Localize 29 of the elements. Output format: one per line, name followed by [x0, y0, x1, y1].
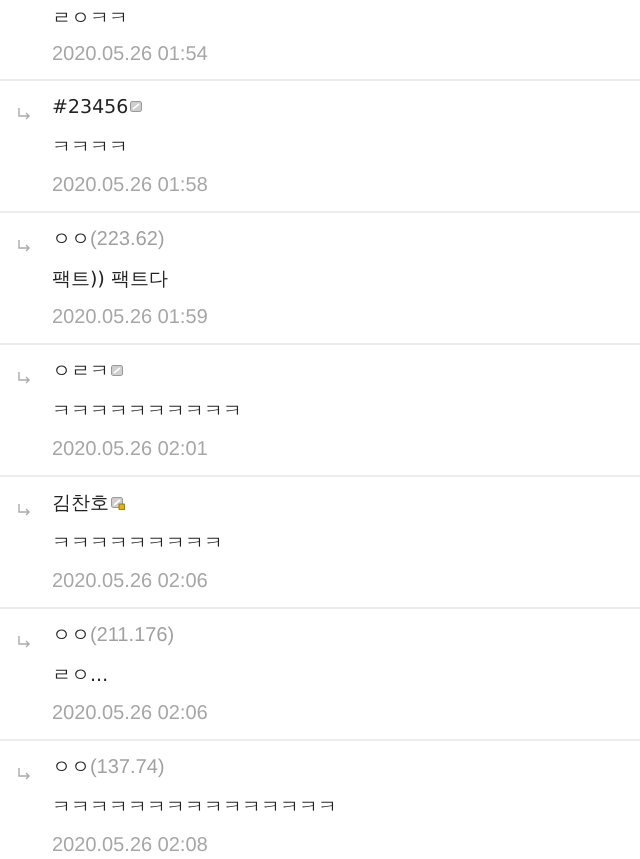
author-name[interactable]: ㅇㅇ — [52, 226, 90, 252]
comment-date: 2020.05.26 01:54 — [52, 42, 208, 67]
comment-text: ㄹㅇㅋㅋ — [52, 6, 129, 31]
comment-text: ㅋㅋㅋㅋ — [52, 135, 129, 160]
author-name[interactable]: ㅇㅇ — [52, 754, 90, 780]
comment-text: ㅋㅋㅋㅋㅋㅋㅋㅋㅋㅋㅋㅋㅋㅋㅋ — [52, 795, 337, 820]
comment-date: 2020.05.26 01:58 — [52, 173, 208, 198]
author-name[interactable]: 김찬호 — [52, 490, 109, 516]
comment-date: 2020.05.26 02:01 — [52, 437, 209, 462]
author-name[interactable]: ㅇㅇ — [52, 622, 90, 648]
comment-text: ㅋㅋㅋㅋㅋㅋㅋㅋㅋ — [52, 531, 223, 556]
comment-date: 2020.05.26 01:59 — [52, 305, 208, 330]
reply-arrow-icon — [17, 107, 31, 121]
author-ip: (223.62) — [90, 228, 164, 250]
author-name[interactable]: #23456 — [52, 96, 128, 118]
comment-date: 2020.05.26 02:08 — [52, 833, 209, 858]
author-ip: (137.74) — [90, 756, 164, 778]
comment-text: ㅋㅋㅋㅋㅋㅋㅋㅋㅋㅋ — [52, 399, 242, 424]
reply-arrow-icon — [17, 767, 31, 781]
reply-arrow-icon — [17, 239, 31, 253]
author-name[interactable]: ㅇㄹㅋ — [52, 358, 109, 384]
comment-text: 팩트)) 팩트다 — [52, 267, 169, 292]
reply-arrow-icon — [17, 371, 31, 385]
comment-date: 2020.05.26 02:06 — [52, 701, 208, 726]
comment-date: 2020.05.26 02:06 — [52, 569, 209, 594]
comment-text: ㄹㅇ... — [52, 663, 110, 688]
reply-arrow-icon — [17, 503, 31, 517]
reply-arrow-icon — [17, 635, 31, 649]
author-ip: (211.176) — [90, 624, 174, 646]
